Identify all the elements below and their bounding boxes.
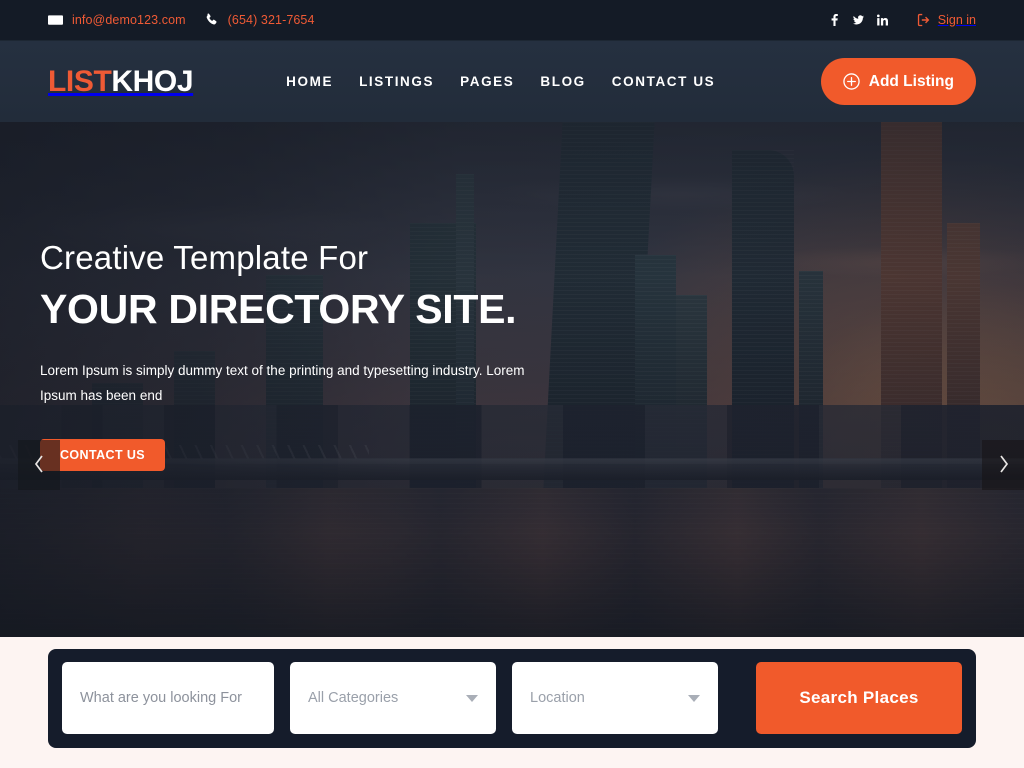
hero-description: Lorem Ipsum is simply dummy text of the … — [40, 362, 525, 404]
linkedin-icon[interactable] — [871, 9, 895, 31]
sign-in-icon — [917, 13, 931, 27]
search-keyword-field[interactable] — [62, 662, 274, 734]
hero-content: Creative Template For YOUR DIRECTORY SIT… — [40, 239, 600, 472]
add-listing-button[interactable]: Add Listing — [820, 58, 976, 105]
logo-text-second: KHOJ — [111, 64, 194, 98]
top-bar: info@demo123.com (654) 321-7654 Sign in — [0, 0, 1024, 41]
facebook-icon[interactable] — [823, 9, 847, 31]
nav-item-pages[interactable]: PAGES — [447, 74, 527, 89]
site-logo[interactable]: LISTKHOJ — [48, 64, 194, 98]
hero-subtitle: Creative Template For — [40, 239, 369, 276]
hero-section: Creative Template For YOUR DIRECTORY SIT… — [0, 122, 1024, 637]
email-contact[interactable]: info@demo123.com — [48, 13, 186, 27]
location-select[interactable]: Location — [512, 662, 718, 734]
category-select-value: All Categories — [308, 690, 399, 706]
location-select-value: Location — [530, 690, 585, 706]
site-header: LISTKHOJ HOME LISTINGS PAGES BLOG CONTAC… — [0, 41, 1024, 122]
hero-next-slide-button[interactable] — [982, 440, 1024, 490]
search-input[interactable] — [80, 690, 256, 706]
twitter-icon[interactable] — [847, 9, 871, 31]
top-bar-actions: Sign in — [823, 9, 976, 31]
search-section: All Categories Location Search Places — [0, 637, 1024, 760]
nav-item-contact-us[interactable]: CONTACT US — [599, 74, 729, 89]
chevron-down-icon — [466, 694, 478, 702]
top-bar-contact-group: info@demo123.com (654) 321-7654 — [48, 13, 315, 27]
sign-in-link[interactable]: Sign in — [917, 13, 976, 27]
plus-circle-icon — [843, 73, 860, 90]
phone-contact[interactable]: (654) 321-7654 — [204, 13, 315, 27]
search-panel: All Categories Location Search Places — [48, 649, 976, 748]
chevron-down-icon — [688, 694, 700, 702]
nav-item-home[interactable]: HOME — [273, 74, 346, 89]
nav-item-blog[interactable]: BLOG — [527, 74, 598, 89]
logo-text-first: LIST — [48, 64, 112, 98]
chevron-right-icon — [997, 454, 1010, 477]
nav-item-listings[interactable]: LISTINGS — [346, 74, 447, 89]
email-text: info@demo123.com — [72, 13, 186, 27]
search-places-button[interactable]: Search Places — [756, 662, 962, 734]
envelope-icon — [48, 13, 63, 27]
chevron-left-icon — [33, 454, 46, 477]
phone-text: (654) 321-7654 — [227, 13, 315, 27]
add-listing-label: Add Listing — [868, 72, 954, 90]
hero-prev-slide-button[interactable] — [18, 440, 60, 490]
sign-in-label: Sign in — [937, 13, 976, 27]
hero-title: YOUR DIRECTORY SITE. — [40, 286, 517, 333]
category-select[interactable]: All Categories — [290, 662, 496, 734]
phone-icon — [204, 13, 219, 27]
main-navigation: HOME LISTINGS PAGES BLOG CONTACT US — [273, 74, 728, 89]
